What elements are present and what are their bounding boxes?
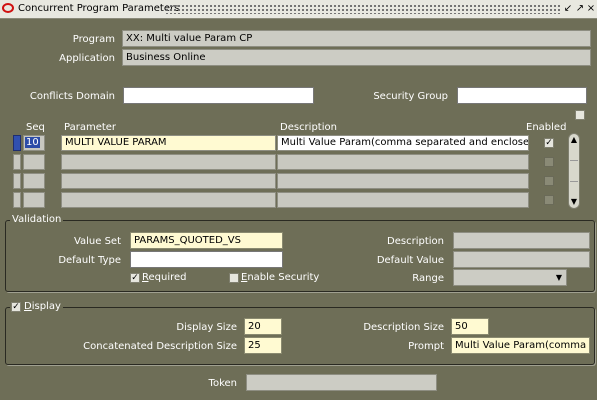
window-title: Concurrent Program Parameters	[18, 3, 180, 14]
parameter-cell[interactable]	[61, 154, 276, 170]
chevron-down-icon[interactable]: ▼	[552, 270, 566, 285]
application-field[interactable]: Business Online	[122, 49, 591, 66]
scroll-thumb[interactable]	[570, 160, 578, 182]
description-column-header: Description	[280, 122, 337, 133]
window-title-bar[interactable]: Concurrent Program Parameters ↙ ↗ ×	[0, 0, 597, 19]
seq-cell[interactable]	[23, 173, 45, 189]
display-group	[5, 307, 595, 365]
description-size-label: Description Size	[363, 322, 444, 333]
security-group-label: Security Group	[373, 91, 448, 102]
prompt-label: Prompt	[408, 341, 444, 352]
seq-cell[interactable]	[23, 192, 45, 208]
parameter-cell[interactable]	[61, 192, 276, 208]
default-type-field[interactable]	[130, 251, 283, 268]
program-label: Program	[72, 34, 115, 45]
enabled-checkbox[interactable]	[544, 195, 554, 205]
enable-security-label: Enable Security	[241, 272, 320, 283]
default-value-label: Default Value	[376, 255, 444, 266]
row-selector[interactable]	[13, 135, 21, 151]
token-label: Token	[208, 378, 237, 389]
range-select[interactable]: ▼	[453, 269, 567, 286]
enabled-checkbox[interactable]: ✓	[544, 138, 554, 148]
conflicts-domain-label: Conflicts Domain	[29, 91, 115, 102]
row-selector[interactable]	[13, 154, 21, 170]
token-field[interactable]	[246, 374, 437, 391]
row-selector[interactable]	[13, 192, 21, 208]
value-set-field[interactable]: PARAMS_QUOTED_VS	[130, 232, 283, 249]
description-cell[interactable]	[277, 173, 529, 189]
concatenated-description-size-label: Concatenated Description Size	[83, 341, 237, 352]
security-group-field[interactable]	[457, 87, 587, 104]
validation-group-label: Validation	[10, 214, 64, 225]
description-size-field[interactable]: 50	[451, 318, 489, 335]
scroll-up-icon[interactable]: ▲	[569, 135, 579, 145]
title-bar-grip	[165, 4, 560, 14]
default-type-label: Default Type	[58, 255, 121, 266]
display-checkbox[interactable]: ✓	[11, 302, 21, 312]
conflicts-domain-field[interactable]	[123, 87, 314, 104]
default-value-field[interactable]	[453, 251, 590, 268]
table-select-checkbox[interactable]	[575, 110, 585, 120]
seq-column-header: Seq	[26, 122, 45, 133]
table-scrollbar[interactable]: ▲ ▼	[568, 133, 580, 209]
program-field[interactable]: XX: Multi value Param CP	[122, 30, 591, 47]
enabled-checkbox[interactable]	[544, 157, 554, 167]
parameter-column-header: Parameter	[64, 122, 117, 133]
enabled-checkbox[interactable]	[544, 176, 554, 186]
seq-cell[interactable]: 10	[25, 137, 40, 148]
required-checkbox[interactable]: ✓	[130, 273, 140, 283]
required-label-text: Required	[142, 272, 187, 283]
close-icon[interactable]: ×	[585, 2, 597, 15]
application-label: Application	[59, 53, 115, 64]
parameter-cell[interactable]: MULTI VALUE PARAM	[61, 135, 276, 151]
row-selector[interactable]	[13, 173, 21, 189]
enabled-column-header: Enabled	[526, 122, 567, 133]
display-size-label: Display Size	[176, 322, 237, 333]
scroll-down-icon[interactable]: ▼	[569, 197, 579, 207]
validation-description-label: Description	[387, 236, 444, 247]
parameter-cell[interactable]	[61, 173, 276, 189]
table-row[interactable]: 10	[23, 135, 45, 151]
value-set-label: Value Set	[73, 236, 121, 247]
description-cell[interactable]	[277, 192, 529, 208]
seq-cell[interactable]	[23, 154, 45, 170]
minimize-icon[interactable]: ↙	[562, 2, 574, 15]
description-cell[interactable]	[277, 154, 529, 170]
oracle-logo-icon	[2, 3, 14, 13]
enable-security-checkbox[interactable]	[229, 273, 239, 283]
required-label: Required	[142, 272, 187, 283]
display-size-field[interactable]: 20	[244, 318, 282, 335]
description-cell[interactable]: Multi Value Param(comma separated and en…	[277, 135, 529, 151]
prompt-field[interactable]: Multi Value Param(comma se	[451, 337, 590, 354]
concatenated-description-size-field[interactable]: 25	[244, 337, 282, 354]
range-label: Range	[412, 273, 444, 284]
validation-description-field[interactable]	[453, 232, 590, 249]
